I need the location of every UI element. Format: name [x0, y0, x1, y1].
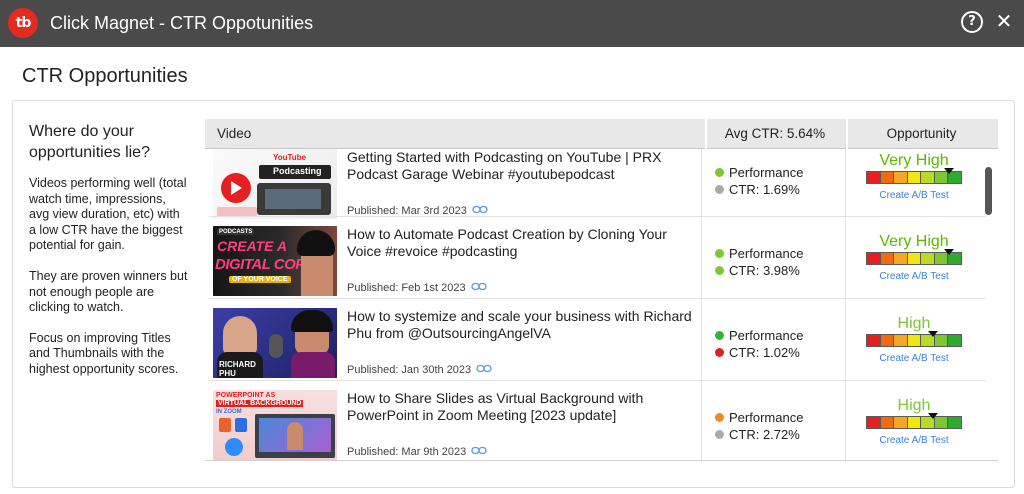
ctr-metric: CTR: 1.02%: [715, 345, 800, 361]
column-header-video[interactable]: Video: [217, 119, 251, 149]
table-body[interactable]: YouTube Podcasting Getting Started with …: [205, 149, 998, 461]
status-dot-icon: [715, 331, 724, 340]
video-title[interactable]: How to Automate Podcast Creation by Clon…: [347, 226, 692, 260]
row-divider: [209, 380, 986, 381]
published-date-text: Published: Jan 30th 2023: [347, 364, 472, 376]
close-icon[interactable]: ✕: [993, 9, 1015, 33]
tubebuddy-logo-icon: tb: [8, 8, 38, 38]
column-divider: [845, 303, 846, 385]
table-scrollbar[interactable]: [985, 167, 992, 215]
row-divider: [209, 216, 986, 217]
status-dot-icon: [715, 185, 724, 194]
thumbnail-text: Podcasting: [273, 166, 322, 176]
published-date: Published: Feb 1st 2023: [347, 281, 487, 295]
video-title[interactable]: Getting Started with Podcasting on YouTu…: [347, 149, 692, 183]
published-date: Published: Jan 30th 2023: [347, 363, 492, 377]
thumbnail-text: POWERPOINT AS: [216, 392, 276, 399]
row-divider: [209, 298, 986, 299]
published-date-text: Published: Feb 1st 2023: [347, 282, 466, 294]
performance-metric: Performance: [715, 165, 803, 181]
opportunity-meter: [866, 416, 962, 429]
performance-metric: Performance: [715, 410, 803, 426]
opportunity-rating: High: [897, 315, 931, 332]
column-divider: [845, 149, 846, 226]
sidebar-paragraph: Focus on improving Titles and Thumbnails…: [29, 330, 179, 376]
column-header-avg-ctr[interactable]: Avg CTR: 5.64%: [705, 119, 845, 149]
link-icon[interactable]: [471, 445, 487, 459]
link-icon[interactable]: [470, 281, 487, 295]
performance-label: Performance: [729, 165, 804, 180]
column-divider: [701, 149, 702, 226]
ctr-metric: CTR: 1.69%: [715, 182, 800, 198]
column-divider: [845, 221, 846, 303]
opportunity-rating: Very High: [879, 233, 949, 250]
thumbnail-text: DIGITAL COPY: [215, 256, 315, 273]
video-thumbnail[interactable]: POWERPOINT AS VIRTUAL BACKGROUND IN ZOOM: [213, 390, 337, 460]
performance-label: Performance: [729, 410, 804, 425]
link-icon[interactable]: [476, 363, 492, 377]
table-row[interactable]: POWERPOINT AS VIRTUAL BACKGROUND IN ZOOM…: [205, 385, 998, 460]
thumbnail-text: CREATE A: [217, 238, 287, 254]
performance-metric: Performance: [715, 328, 803, 344]
video-thumbnail[interactable]: PODCASTS CREATE A DIGITAL COPY OF YOUR V…: [213, 226, 337, 296]
video-thumbnail[interactable]: RICHARD PHU: [213, 308, 337, 378]
create-ab-test-link[interactable]: Create A/B Test: [848, 190, 980, 202]
info-sidebar: Where do your opportunities lie? Videos …: [29, 121, 189, 393]
sidebar-heading: Where do your opportunities lie?: [29, 123, 150, 161]
page-title: CTR Opportunities: [22, 65, 188, 87]
meter-pointer-icon: [944, 249, 954, 255]
create-ab-test-link[interactable]: Create A/B Test: [848, 435, 980, 447]
video-title[interactable]: How to systemize and scale your business…: [347, 308, 692, 342]
sidebar-paragraph: Videos performing well (total watch time…: [29, 176, 187, 253]
meter-pointer-icon: [944, 168, 954, 174]
ctr-metric: CTR: 2.72%: [715, 427, 800, 443]
help-icon[interactable]: ?: [961, 11, 983, 33]
opportunity-meter: [866, 334, 962, 347]
opportunities-table: Video Avg CTR: 5.64% Opportunity YouTube…: [205, 119, 998, 461]
thumbnail-text: IN ZOOM: [216, 409, 242, 415]
create-ab-test-link[interactable]: Create A/B Test: [848, 353, 980, 365]
performance-label: Performance: [729, 328, 804, 343]
ctr-value: CTR: 2.72%: [729, 427, 800, 442]
ctr-value: CTR: 1.69%: [729, 182, 800, 197]
performance-metric: Performance: [715, 246, 803, 262]
thumbnail-text: PHU: [219, 369, 236, 378]
table-row[interactable]: RICHARD PHU How to systemize and scale y…: [205, 303, 998, 385]
title-bar: tb Click Magnet - CTR Oppotunities ? ✕: [0, 0, 1024, 47]
meter-pointer-icon: [928, 413, 938, 419]
ctr-value: CTR: 3.98%: [729, 263, 800, 278]
ctr-value: CTR: 1.02%: [729, 345, 800, 360]
thumbnail-text: VIRTUAL BACKGROUND: [216, 400, 304, 407]
published-date-text: Published: Mar 9th 2023: [347, 446, 467, 458]
meter-pointer-icon: [928, 331, 938, 337]
status-dot-icon: [715, 266, 724, 275]
opportunity-rating: Very High: [879, 152, 949, 169]
status-dot-icon: [715, 168, 724, 177]
window-title: Click Magnet - CTR Oppotunities: [50, 13, 314, 33]
status-dot-icon: [715, 413, 724, 422]
ctr-metric: CTR: 3.98%: [715, 263, 800, 279]
video-title[interactable]: How to Share Slides as Virtual Backgroun…: [347, 390, 692, 424]
table-header: Video Avg CTR: 5.64% Opportunity: [205, 119, 998, 149]
video-thumbnail[interactable]: YouTube Podcasting: [213, 149, 337, 219]
status-dot-icon: [715, 430, 724, 439]
table-row[interactable]: PODCASTS CREATE A DIGITAL COPY OF YOUR V…: [205, 221, 998, 303]
sidebar-paragraph: They are proven winners but not enough p…: [29, 268, 188, 315]
table-row[interactable]: YouTube Podcasting Getting Started with …: [205, 149, 998, 226]
thumbnail-text: PODCASTS: [217, 229, 255, 235]
published-date: Published: Mar 9th 2023: [347, 445, 487, 459]
status-dot-icon: [715, 348, 724, 357]
column-divider: [701, 221, 702, 303]
thumbnail-text: RICHARD: [219, 360, 256, 369]
column-divider: [845, 385, 846, 460]
column-divider: [701, 385, 702, 460]
column-header-opportunity[interactable]: Opportunity: [848, 119, 995, 149]
thumbnail-text: OF YOUR VOICE: [229, 276, 291, 283]
thumbnail-text: YouTube: [273, 153, 307, 162]
create-ab-test-link[interactable]: Create A/B Test: [848, 271, 980, 283]
opportunity-rating: High: [897, 397, 931, 414]
performance-label: Performance: [729, 246, 804, 261]
column-divider: [701, 303, 702, 385]
status-dot-icon: [715, 249, 724, 258]
